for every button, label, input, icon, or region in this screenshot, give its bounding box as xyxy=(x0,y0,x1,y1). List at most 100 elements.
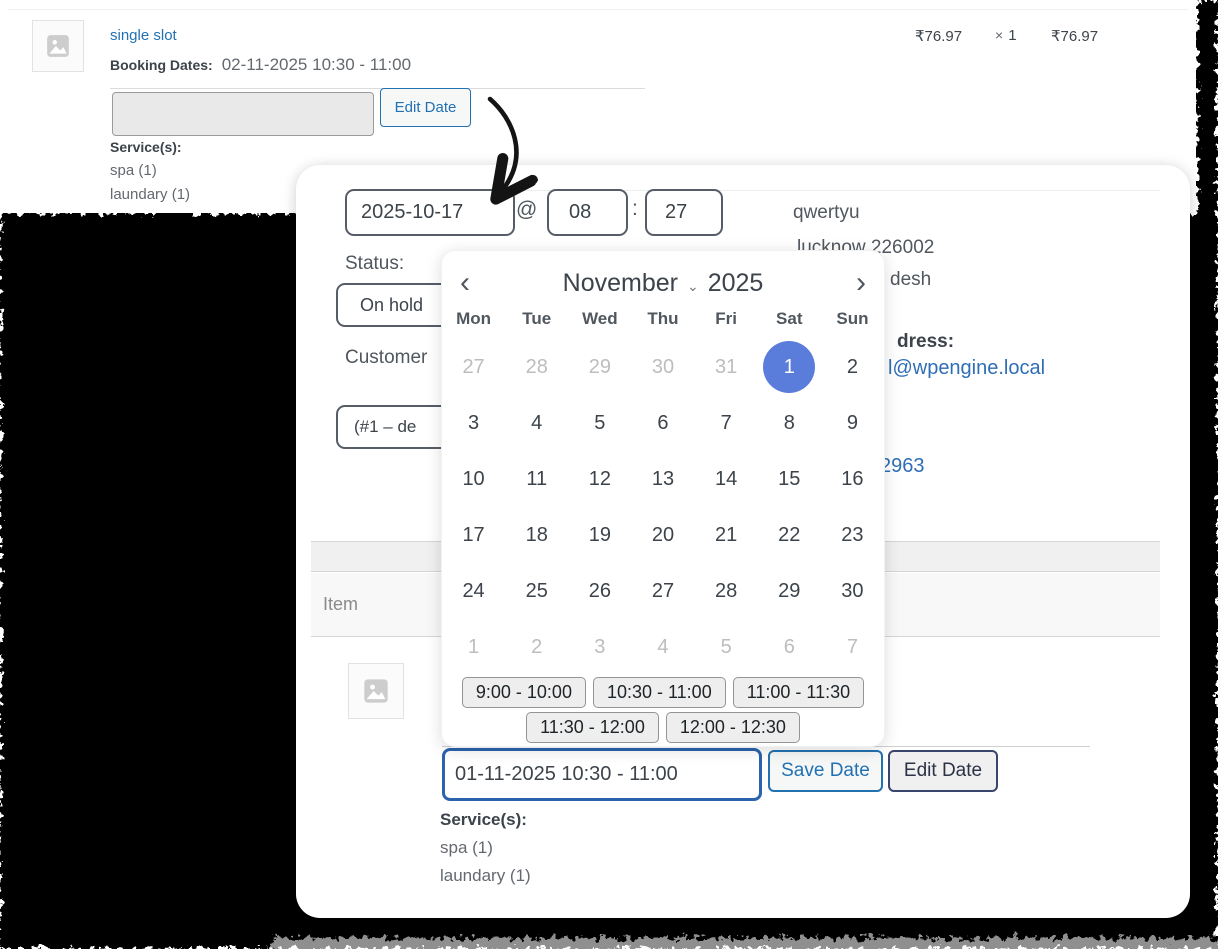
multiply-sign: × xyxy=(995,27,1004,43)
calendar-day[interactable]: 10 xyxy=(442,451,505,507)
time-slot-button[interactable]: 12:00 - 12:30 xyxy=(665,712,800,743)
order-minute-input[interactable] xyxy=(645,189,723,236)
billing-state-fragment: desh xyxy=(890,269,932,290)
calendar-day[interactable]: 3 xyxy=(568,619,631,675)
weekday-label: Sat xyxy=(776,309,803,328)
prev-month-icon[interactable]: ‹ xyxy=(442,265,488,301)
time-slot-button[interactable]: 11:00 - 11:30 xyxy=(732,677,865,708)
calendar-day[interactable]: 13 xyxy=(631,451,694,507)
item-quantity: × 1 xyxy=(995,27,1017,44)
weekday-label: Sun xyxy=(836,309,869,328)
product-image-placeholder-icon xyxy=(32,20,84,72)
product-image-placeholder-icon xyxy=(348,663,404,719)
booking-section-divider xyxy=(110,88,645,89)
calendar-day[interactable]: 5 xyxy=(695,619,758,675)
services-label: Service(s): xyxy=(440,810,527,829)
calendar-day[interactable]: 11 xyxy=(505,451,568,507)
slot-row-0: 9:00 - 10:00 10:30 - 11:00 11:00 - 11:30 xyxy=(442,677,884,708)
save-date-button[interactable]: Save Date xyxy=(768,750,883,792)
service-item: laundary (1) xyxy=(440,866,531,885)
calendar-day[interactable]: 12 xyxy=(568,451,631,507)
calendar-year[interactable]: 2025 xyxy=(708,269,764,298)
calendar-day[interactable]: 22 xyxy=(758,507,821,563)
calendar-day[interactable]: 27 xyxy=(631,563,694,619)
calendar-day[interactable]: 21 xyxy=(695,507,758,563)
time-slot-button[interactable]: 9:00 - 10:00 xyxy=(461,677,586,708)
weekday-label: Tue xyxy=(522,309,552,328)
calendar-day[interactable]: 3 xyxy=(442,395,505,451)
calendar-day[interactable]: 4 xyxy=(505,395,568,451)
billing-phone-link[interactable]: 2963 xyxy=(880,455,925,478)
service-item: laundary (1) xyxy=(110,186,191,203)
weekday-label: Mon xyxy=(456,309,492,328)
at-separator: @ xyxy=(516,198,538,221)
calendar-day[interactable]: 2 xyxy=(505,619,568,675)
calendar-day[interactable]: 25 xyxy=(505,563,568,619)
time-slot-button[interactable]: 10:30 - 11:00 xyxy=(592,677,726,708)
calendar-day[interactable]: 18 xyxy=(505,507,568,563)
calendar-day[interactable]: 30 xyxy=(821,563,884,619)
time-slot-button[interactable]: 11:30 - 12:00 xyxy=(526,712,659,743)
calendar-month-year: November ⌄ 2025 xyxy=(488,269,838,298)
customer-label: Customer xyxy=(345,347,428,368)
calendar-day[interactable]: 15 xyxy=(758,451,821,507)
time-separator: : xyxy=(632,197,638,220)
booking-date-edit-input[interactable] xyxy=(442,748,762,801)
calendar-day[interactable]: 4 xyxy=(631,619,694,675)
gray-backdrop-strip xyxy=(272,938,1218,949)
booking-dates-value: 02-11-2025 10:30 - 11:00 xyxy=(221,55,412,74)
calendar-day[interactable]: 28 xyxy=(505,339,568,395)
service-item: spa (1) xyxy=(110,162,157,179)
order-hour-input[interactable] xyxy=(547,189,628,236)
datepicker-popup: ‹ November ⌄ 2025 › Mon Tue Wed Thu Fri Sat Su… xyxy=(441,250,885,747)
calendar-day[interactable]: 19 xyxy=(568,507,631,563)
calendar-day[interactable]: 14 xyxy=(695,451,758,507)
calendar-day[interactable]: 24 xyxy=(442,563,505,619)
status-label: Status: xyxy=(345,253,405,274)
calendar-day[interactable]: 7 xyxy=(821,619,884,675)
calendar-day[interactable]: 23 xyxy=(821,507,884,563)
calendar-day[interactable]: 27 xyxy=(442,339,505,395)
order-date-input[interactable] xyxy=(345,189,515,236)
calendar-day[interactable]: 17 xyxy=(442,507,505,563)
calendar-day[interactable]: 9 xyxy=(821,395,884,451)
edit-date-button[interactable]: Edit Date xyxy=(888,750,998,792)
customer-value: (#1 – de xyxy=(354,417,417,436)
calendar-day[interactable]: 1 xyxy=(442,619,505,675)
calendar-month-dropdown[interactable]: November xyxy=(563,269,678,298)
edit-date-button-top[interactable]: Edit Date xyxy=(380,88,471,127)
calendar-day[interactable]: 5 xyxy=(568,395,631,451)
calendar-day[interactable]: 2 xyxy=(821,339,884,395)
calendar-day[interactable]: 8 xyxy=(758,395,821,451)
billing-email-link[interactable]: l@wpengine.local xyxy=(888,357,1045,380)
screenshot-stage: single slot Booking Dates: 02-11-2025 10… xyxy=(0,0,1218,949)
calendar-day[interactable]: 30 xyxy=(631,339,694,395)
calendar-weekdays: Mon Tue Wed Thu Fri Sat Sun xyxy=(442,309,884,329)
calendar-day[interactable]: 28 xyxy=(695,563,758,619)
row-divider xyxy=(8,9,1188,10)
calendar-header: ‹ November ⌄ 2025 › xyxy=(442,263,884,303)
product-link[interactable]: single slot xyxy=(110,27,177,44)
calendar-day[interactable]: 7 xyxy=(695,395,758,451)
chevron-down-icon[interactable]: ⌄ xyxy=(687,278,699,295)
black-backdrop-right-strip xyxy=(1197,0,1218,216)
calendar-day[interactable]: 20 xyxy=(631,507,694,563)
email-address-label-fragment: dress: xyxy=(897,331,955,352)
calendar-day[interactable]: 31 xyxy=(695,339,758,395)
booking-date-display-input[interactable] xyxy=(112,92,374,136)
weekday-label: Wed xyxy=(582,309,618,328)
calendar-day[interactable]: 16 xyxy=(821,451,884,507)
next-month-icon[interactable]: › xyxy=(838,265,884,301)
item-total: ₹76.97 xyxy=(1051,28,1099,45)
calendar-day-selected[interactable]: 1 xyxy=(758,339,821,395)
calendar-day[interactable]: 26 xyxy=(568,563,631,619)
calendar-day[interactable]: 6 xyxy=(758,619,821,675)
calendar-day[interactable]: 6 xyxy=(631,395,694,451)
booking-dates-row: Booking Dates: 02-11-2025 10:30 - 11:00 xyxy=(110,55,411,75)
item-column-header: Item xyxy=(323,594,359,614)
item-cost: ₹76.97 xyxy=(915,28,963,45)
slot-row-1: 11:30 - 12:00 12:00 - 12:30 xyxy=(442,712,884,743)
calendar-day[interactable]: 29 xyxy=(568,339,631,395)
calendar-day[interactable]: 29 xyxy=(758,563,821,619)
order-status-value: On hold xyxy=(360,294,424,315)
